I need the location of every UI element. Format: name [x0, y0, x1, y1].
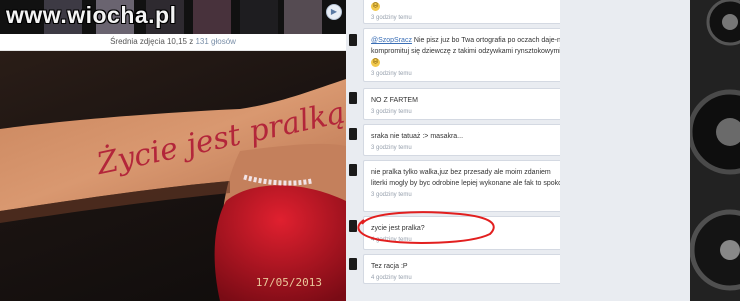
comment-time: 3 godziny temu [371, 15, 412, 21]
comment-time: 4 godziny temu [371, 275, 412, 281]
comment-time: 3 godziny temu [371, 71, 412, 77]
thumbnail[interactable] [193, 0, 231, 34]
comment-text: nie pralka tylko walka,juz bez przesady … [371, 169, 563, 187]
comment-text: sraka nie tatuaż :> masakra... [371, 133, 464, 140]
rating-votes-link[interactable]: 131 głosów [195, 37, 235, 46]
avatar[interactable] [349, 164, 357, 176]
page-background [560, 0, 690, 301]
emoji-icon: ☹ [371, 57, 380, 67]
mention-link[interactable]: @SzopSracz [371, 37, 412, 44]
thumbnail[interactable] [284, 0, 322, 34]
photo-panel: ▶ www.wiocha.pl Średnia zdjęcia 10,15 z … [0, 0, 346, 301]
photo: Życie jest pralką 17/05/2013 [0, 51, 346, 301]
thumbnail[interactable] [240, 0, 278, 34]
comment-bubble: Tez racja :P 4 godziny temu [363, 254, 570, 284]
tattoo-photo-graphic: Życie jest pralką [0, 79, 346, 301]
photo-rating: Średnia zdjęcia 10,15 z 131 głosów [0, 34, 346, 51]
thumbnail-strip: ▶ www.wiocha.pl [0, 0, 346, 34]
rating-prefix: Średnia zdjęcia 10,15 z [110, 37, 196, 46]
comment-time: 3 godziny temu [371, 109, 412, 115]
avatar[interactable] [349, 92, 357, 104]
site-watermark: www.wiocha.pl [6, 2, 177, 28]
photo-date-stamp: 17/05/2013 [255, 276, 322, 289]
comment-text: @SzopSracz Nie pisz juz bo Twa ortografi… [371, 37, 567, 67]
comment-time: 3 godziny temu [371, 145, 412, 151]
motorcycle-graphic [690, 0, 740, 301]
comment-time: 3 godziny temu [371, 192, 412, 198]
comment-bubble: nie pralka tylko walka,juz bez przesady … [363, 160, 570, 212]
avatar[interactable] [349, 258, 357, 270]
comment-bubble: sraka nie tatuaż :> masakra... 3 godziny… [363, 124, 570, 156]
comment-bubble: NO Z FARTEM 3 godziny temu [363, 88, 570, 120]
avatar[interactable] [349, 128, 357, 140]
comment-bubble: ☹ 3 godziny temu [363, 0, 570, 24]
avatar[interactable] [349, 34, 357, 46]
chevron-right-icon[interactable]: ▶ [326, 4, 342, 20]
comments-panel: ☹ 3 godziny temu @SzopSracz Nie pisz juz… [346, 0, 740, 301]
annotation-circle [357, 211, 495, 244]
comment-text: NO Z FARTEM [371, 97, 418, 104]
comment-text: Tez racja :P [371, 263, 408, 270]
comment-bubble: @SzopSracz Nie pisz juz bo Twa ortografi… [363, 28, 570, 82]
emoji-icon: ☹ [371, 1, 380, 11]
background-image [690, 0, 740, 301]
